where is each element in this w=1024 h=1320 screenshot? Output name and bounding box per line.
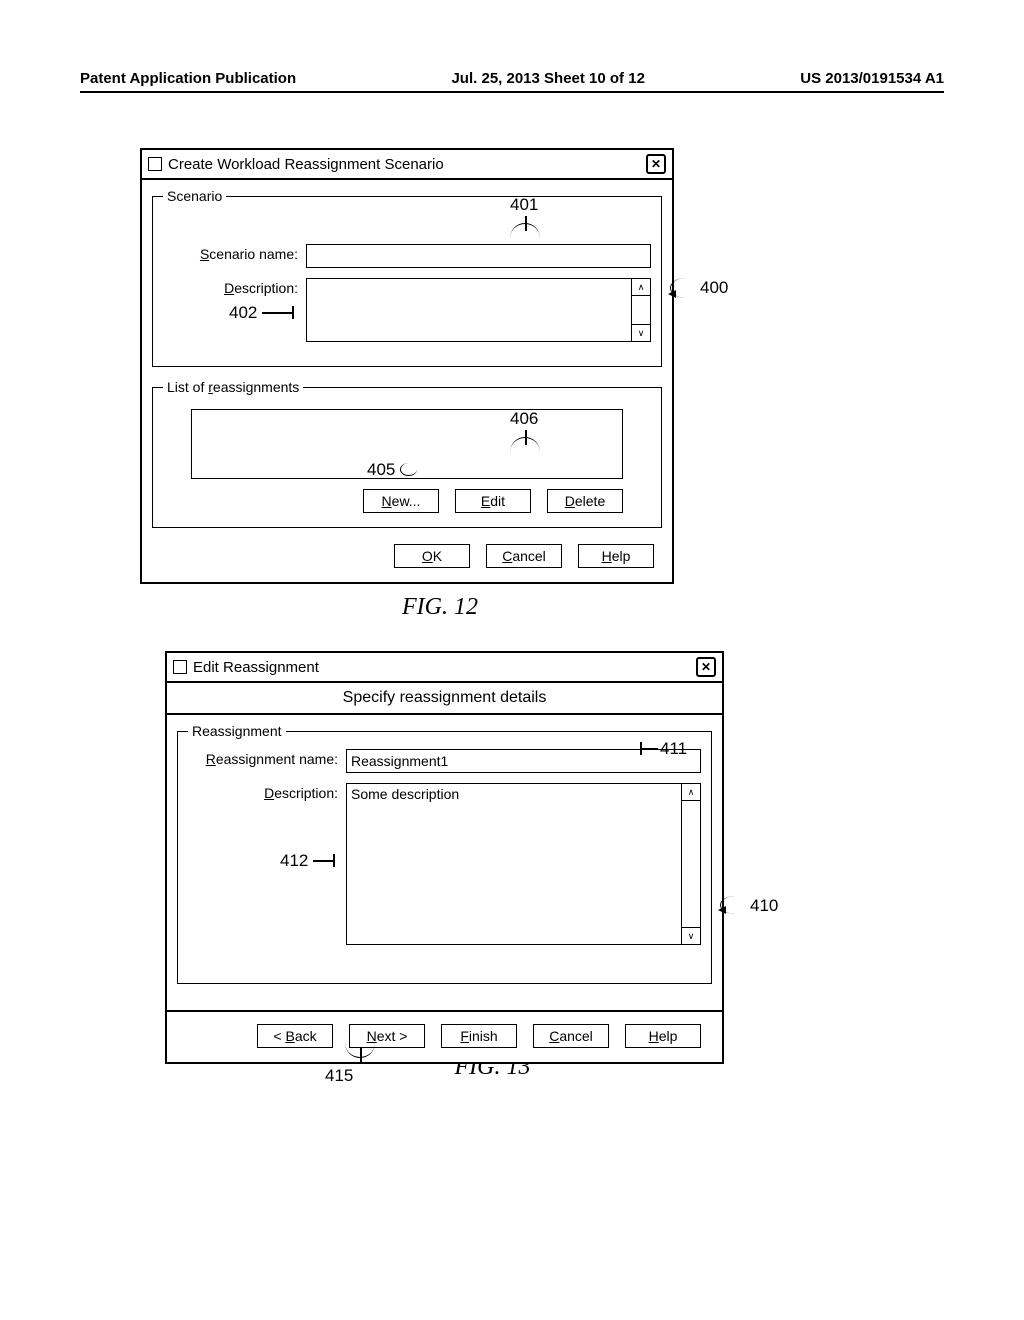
titlebar: Create Workload Reassignment Scenario ✕ (142, 150, 672, 180)
header-right: US 2013/0191534 A1 (800, 70, 944, 87)
scroll-down-icon[interactable]: ∨ (682, 927, 700, 944)
new-button[interactable]: New... (363, 489, 439, 513)
ok-button[interactable]: OK (394, 544, 470, 568)
finish-button[interactable]: Finish (441, 1024, 517, 1048)
arrow-400 (668, 290, 676, 298)
titlebar-13: Edit Reassignment ✕ (167, 653, 722, 683)
callout-410: 410 (750, 896, 778, 916)
help-button-13[interactable]: Help (625, 1024, 701, 1048)
description-label-13: Description: (188, 783, 346, 801)
back-button[interactable]: < Back (257, 1024, 333, 1048)
list-buttons: New... Edit Delete (163, 489, 651, 513)
callout-411: 411 (660, 739, 687, 759)
lead-412 (313, 860, 333, 862)
scroll-down-icon[interactable]: ∨ (632, 324, 650, 341)
page-header: Patent Application Publication Jul. 25, … (80, 70, 944, 93)
description-wrap-13: ∧ ∨ (346, 783, 701, 945)
lead-411v (640, 742, 642, 755)
delete-button[interactable]: Delete (547, 489, 623, 513)
callout-405: 405 (367, 460, 395, 480)
scenario-name-input[interactable] (306, 244, 651, 268)
description-wrap: ∧ ∨ (306, 278, 651, 342)
description-textarea-13[interactable] (347, 784, 681, 944)
cancel-button[interactable]: Cancel (486, 544, 562, 568)
reassignment-name-input[interactable] (346, 749, 701, 773)
lead-412v (333, 854, 335, 867)
help-button[interactable]: Help (578, 544, 654, 568)
row-reassignment-name: Reassignment name: (188, 749, 701, 773)
groupbox-scenario: Scenario Scenario name: Description: ∧ (152, 188, 662, 367)
lead-405 (400, 463, 417, 476)
scrollbar-13[interactable]: ∧ ∨ (681, 784, 700, 944)
callout-402: 402 (229, 303, 257, 323)
edit-button[interactable]: Edit (455, 489, 531, 513)
scroll-up-icon[interactable]: ∧ (682, 784, 700, 801)
window-title-13: Edit Reassignment (193, 659, 319, 676)
row-scenario-name: Scenario name: (163, 244, 651, 268)
groupbox-list: List of reassignments New... Edit Delete (152, 379, 662, 528)
groupbox-reassignment-legend: Reassignment (188, 723, 286, 739)
description-label: Description: (163, 278, 306, 296)
callout-415: 415 (325, 1066, 353, 1086)
dialog-edit-reassignment: Edit Reassignment ✕ Specify reassignment… (165, 651, 724, 1064)
lead-402 (262, 312, 292, 314)
window-title: Create Workload Reassignment Scenario (168, 156, 444, 173)
groupbox-scenario-legend: Scenario (163, 188, 226, 204)
window-icon (173, 660, 187, 674)
groupbox-reassignment: Reassignment Reassignment name: Descript… (177, 723, 712, 984)
dialog-body: Scenario Scenario name: Description: ∧ (142, 180, 672, 582)
lead-402v (292, 306, 294, 319)
wizard-subtitle: Specify reassignment details (167, 683, 722, 715)
header-left: Patent Application Publication (80, 70, 296, 87)
fig13-block: Edit Reassignment ✕ Specify reassignment… (165, 651, 740, 1081)
dialog-create-scenario: Create Workload Reassignment Scenario ✕ … (140, 148, 674, 584)
callout-400: 400 (700, 278, 728, 298)
description-textarea[interactable] (307, 279, 631, 341)
header-center: Jul. 25, 2013 Sheet 10 of 12 (451, 70, 644, 87)
reassignment-name-label: Reassignment name: (188, 749, 346, 767)
fig12-caption: FIG. 12 (140, 594, 740, 621)
callout-401: 401 (510, 195, 538, 215)
fig12-block: Create Workload Reassignment Scenario ✕ … (140, 148, 740, 621)
dialog-buttons: OK Cancel Help (152, 540, 662, 568)
arrow-410 (718, 906, 726, 914)
wizard-buttons: < Back Next > Finish Cancel Help (167, 1010, 722, 1062)
scenario-name-label: Scenario name: (163, 244, 306, 262)
window-icon (148, 157, 162, 171)
scrollbar[interactable]: ∧ ∨ (631, 279, 650, 341)
page: Patent Application Publication Jul. 25, … (0, 0, 1024, 1151)
title-left: Create Workload Reassignment Scenario (148, 156, 444, 173)
row-description-13: Description: ∧ ∨ (188, 783, 701, 945)
figures-wrap: Create Workload Reassignment Scenario ✕ … (140, 148, 740, 1081)
scroll-up-icon[interactable]: ∧ (632, 279, 650, 296)
cancel-button-13[interactable]: Cancel (533, 1024, 609, 1048)
close-icon[interactable]: ✕ (646, 154, 666, 174)
callout-406: 406 (510, 409, 538, 429)
title-left-13: Edit Reassignment (173, 659, 319, 676)
close-icon[interactable]: ✕ (696, 657, 716, 677)
lead-411 (640, 748, 658, 750)
callout-412: 412 (280, 851, 308, 871)
dialog-body-13: Reassignment Reassignment name: Descript… (167, 715, 722, 1010)
groupbox-list-legend: List of reassignments (163, 379, 303, 395)
